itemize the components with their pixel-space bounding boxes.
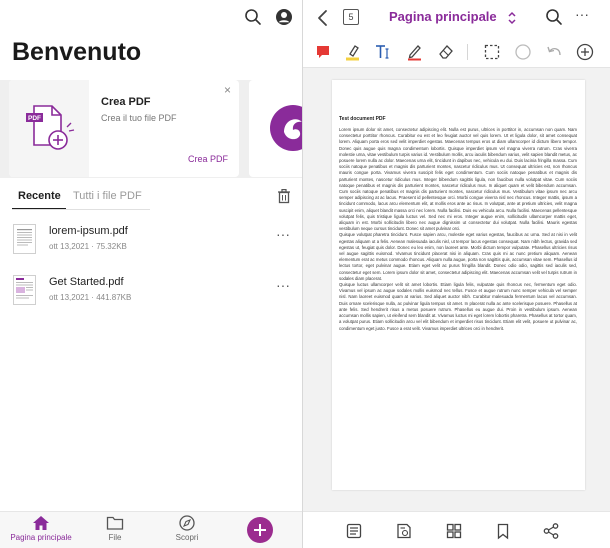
nav-file-label: File: [108, 533, 122, 542]
comment-icon[interactable]: [313, 42, 333, 62]
viewer-topbar: 5 Pagina principale ···: [303, 0, 610, 36]
nav-discover[interactable]: Scopri: [152, 515, 222, 542]
tab-all-pdf[interactable]: Tutti i file PDF: [73, 190, 142, 202]
annotation-toolbar: [303, 36, 610, 68]
undo-icon[interactable]: [544, 42, 564, 62]
create-pdf-illustration: PDF: [9, 80, 89, 177]
secondary-card[interactable]: [249, 80, 309, 177]
search-icon[interactable]: [542, 5, 566, 29]
list-item[interactable]: lorem-ipsum.pdf ott 13,2021 · 75.32KB ··…: [0, 224, 302, 258]
nav-home[interactable]: Pagina principale: [6, 515, 76, 542]
text-icon[interactable]: [373, 42, 393, 62]
document-viewer: 5 Pagina principale ··· Test document PD…: [303, 0, 610, 548]
nav-discover-label: Scopri: [175, 533, 199, 542]
viewer-bottom-toolbar: [303, 511, 610, 548]
account-icon[interactable]: [272, 5, 296, 29]
app-logo-icon: [270, 105, 309, 151]
create-pdf-subtitle: Crea il tuo file PDF: [101, 113, 177, 123]
document-paragraph: Quisque luctus ullamcorper velit sit ame…: [339, 282, 577, 331]
tabs-divider: [12, 209, 150, 210]
pen-icon[interactable]: [405, 42, 425, 62]
pdf-thumbnail: [13, 224, 36, 254]
file-name: Get Started.pdf: [49, 276, 124, 288]
file-meta: ott 13,2021 · 441.87KB: [49, 293, 132, 302]
compass-icon: [179, 515, 195, 531]
home-panel: Benvenuto PDF Crea PDF Crea il tuo file …: [0, 0, 309, 548]
tab-recent[interactable]: Recente: [18, 190, 61, 202]
more-options-icon[interactable]: ···: [276, 277, 290, 293]
read-mode-icon[interactable]: [394, 521, 414, 541]
nav-home-label: Pagina principale: [10, 533, 72, 542]
close-icon[interactable]: ×: [224, 83, 231, 97]
add-button[interactable]: [247, 517, 273, 543]
create-pdf-link[interactable]: Crea PDF: [188, 154, 228, 164]
plus-icon: [254, 524, 266, 536]
pdf-page[interactable]: Test document PDF Lorem ipsum dolor sit …: [332, 80, 585, 490]
document-paragraph: Quisque volutpat pharetra tincidunt. Fus…: [339, 232, 577, 281]
create-pdf-card[interactable]: PDF Crea PDF Crea il tuo file PDF Crea P…: [9, 80, 239, 177]
thumbnails-icon[interactable]: [444, 521, 464, 541]
back-icon[interactable]: [311, 6, 335, 30]
folder-icon: [106, 516, 124, 530]
outline-icon[interactable]: [344, 521, 364, 541]
svg-text:PDF: PDF: [28, 115, 41, 122]
highlighter-icon[interactable]: [343, 42, 363, 62]
document-paragraph: Lorem ipsum dolor sit amet, consectetur …: [339, 127, 577, 232]
add-icon[interactable]: [575, 42, 595, 62]
select-icon[interactable]: [482, 42, 502, 62]
trash-icon[interactable]: [272, 184, 296, 208]
page-title: Benvenuto: [12, 38, 142, 66]
pdf-thumbnail: [13, 275, 36, 305]
eraser-icon[interactable]: [436, 42, 456, 62]
home-icon: [33, 516, 49, 530]
file-name: lorem-ipsum.pdf: [49, 225, 128, 237]
create-pdf-title: Crea PDF: [101, 96, 151, 108]
document-title: Test document PDF: [339, 116, 386, 122]
nav-file[interactable]: File: [80, 515, 150, 542]
bottom-navigation: Pagina principale File Scopri: [0, 511, 302, 548]
page-count-badge[interactable]: 5: [343, 9, 359, 25]
chevron-updown-icon[interactable]: [500, 6, 524, 30]
shape-icon[interactable]: [513, 42, 533, 62]
more-options-icon[interactable]: ···: [575, 6, 589, 22]
list-item[interactable]: Get Started.pdf ott 13,2021 · 441.87KB ·…: [0, 275, 302, 309]
toolbar-separator: [467, 44, 468, 60]
bookmark-icon[interactable]: [493, 521, 513, 541]
document-body: Lorem ipsum dolor sit amet, consectetur …: [339, 127, 577, 332]
file-meta: ott 13,2021 · 75.32KB: [49, 242, 127, 251]
search-icon[interactable]: [241, 5, 265, 29]
file-tabs: Recente Tutti i file PDF: [0, 186, 302, 210]
more-options-icon[interactable]: ···: [276, 226, 290, 242]
share-icon[interactable]: [541, 521, 561, 541]
view-mode-title[interactable]: Pagina principale: [389, 9, 497, 24]
